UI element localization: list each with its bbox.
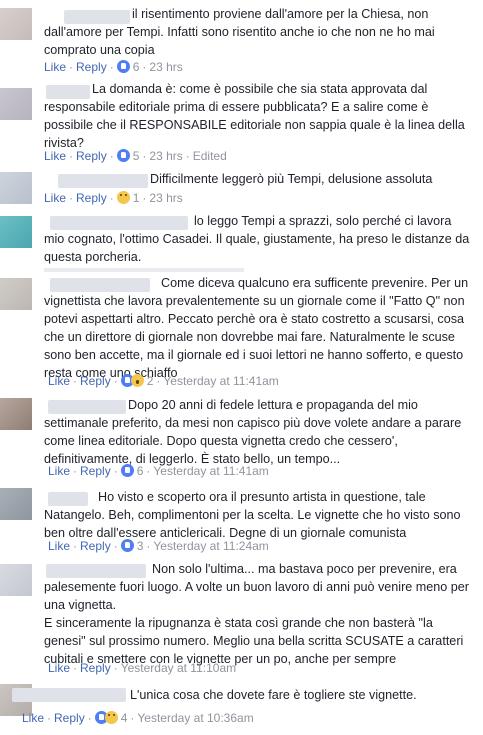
comment: Difficilmente leggerò più Tempi, delusio… [0, 168, 483, 212]
avatar[interactable] [0, 8, 32, 40]
reply-button[interactable]: Reply [80, 464, 111, 478]
comment-text: lo leggo Tempi a sprazzi, solo perché ci… [44, 214, 470, 264]
comment-text: Dopo 20 anni di fedele lettura e propaga… [44, 398, 462, 466]
comment-actions: Like · Reply · 2 · Yesterday at 11:41am [48, 374, 279, 388]
reply-button[interactable]: Reply [80, 539, 111, 553]
avatar[interactable] [0, 488, 32, 520]
timestamp[interactable]: Yesterday at 11:41am [153, 464, 268, 478]
timestamp[interactable]: Yesterday at 11:24am [153, 539, 268, 553]
comment-text: La domanda è: come è possibile che sia s… [44, 82, 465, 150]
avatar[interactable] [0, 278, 32, 310]
like-reaction-icon[interactable] [120, 539, 134, 552]
like-button[interactable]: Like [48, 539, 70, 553]
avatar[interactable] [0, 88, 32, 120]
like-button[interactable]: Like [22, 711, 44, 725]
reaction-count[interactable]: 3 [137, 539, 144, 553]
author-name-redacted[interactable] [58, 174, 148, 188]
comment-actions: Like · Reply · 1 · 23 hrs [44, 191, 183, 205]
comment-actions: Like · Reply · 5 · 23 hrs · Edited [44, 149, 227, 163]
like-button[interactable]: Like [48, 661, 70, 675]
reply-button[interactable]: Reply [80, 374, 111, 388]
comment-text: Non solo l'ultima... ma bastava poco per… [44, 562, 469, 666]
timestamp[interactable]: Yesterday at 11:41am [163, 374, 278, 388]
comment-actions: Like · Reply · Yesterday at 11:10am [48, 661, 237, 675]
comment-text: Come diceva qualcuno era sufficente prev… [44, 276, 469, 380]
avatar[interactable] [0, 172, 32, 204]
comment-text: L'unica cosa che dovete fare è togliere … [130, 688, 417, 702]
sad-reaction-icon[interactable] [116, 191, 130, 204]
reaction-count[interactable]: 1 [133, 191, 140, 205]
like-reaction-icon[interactable] [116, 60, 130, 73]
comment: L'unica cosa che dovete fare è togliere … [0, 682, 483, 735]
comment: lo leggo Tempi a sprazzi, solo perché ci… [0, 212, 483, 272]
reply-button[interactable]: Reply [54, 711, 85, 725]
like-button[interactable]: Like [44, 60, 66, 74]
timestamp[interactable]: Yesterday at 11:10am [121, 661, 236, 675]
reply-button[interactable]: Reply [76, 149, 107, 163]
author-name-redacted[interactable] [12, 688, 126, 702]
wow-reaction-icon[interactable] [130, 374, 144, 387]
reaction-count[interactable]: 2 [147, 374, 154, 388]
like-reaction-icon[interactable] [120, 464, 134, 477]
edited-label[interactable]: Edited [193, 149, 227, 163]
comment-actions: Like · Reply · 6 · 23 hrs [44, 60, 183, 74]
reply-button[interactable]: Reply [76, 60, 107, 74]
reaction-count[interactable]: 6 [137, 464, 144, 478]
avatar[interactable] [0, 216, 32, 248]
like-button[interactable]: Like [44, 149, 66, 163]
comment: Dopo 20 anni di fedele lettura e propaga… [0, 394, 483, 484]
comment: Ho visto e scoperto ora il presunto arti… [0, 484, 483, 560]
timestamp[interactable]: Yesterday at 10:36am [137, 711, 253, 725]
comment: Come diceva qualcuno era sufficente prev… [0, 272, 483, 394]
sad-reaction-icon[interactable] [104, 711, 118, 724]
comment-actions: Like · Reply · 6 · Yesterday at 11:41am [48, 464, 269, 478]
reply-button[interactable]: Reply [80, 661, 111, 675]
comment-actions: Like · Reply · 3 · Yesterday at 11:24am [48, 539, 269, 553]
reaction-count[interactable]: 4 [121, 711, 128, 725]
comment: Non solo l'ultima... ma bastava poco per… [0, 560, 483, 680]
comment: il risentimento proviene dall'amore per … [0, 0, 483, 80]
timestamp[interactable]: 23 hrs [149, 60, 182, 74]
reply-button[interactable]: Reply [76, 191, 107, 205]
reaction-count[interactable]: 6 [133, 60, 140, 74]
like-reaction-icon[interactable] [116, 149, 130, 162]
like-button[interactable]: Like [48, 374, 70, 388]
comment-text: il risentimento proviene dall'amore per … [44, 7, 435, 57]
reaction-count[interactable]: 5 [133, 149, 140, 163]
comment-text: Ho visto e scoperto ora il presunto arti… [44, 490, 461, 540]
timestamp[interactable]: 23 hrs [149, 149, 182, 163]
comment-text: Difficilmente leggerò più Tempi, delusio… [150, 172, 433, 186]
comment-actions: Like · Reply · 4 · Yesterday at 10:36am [22, 711, 254, 725]
avatar[interactable] [0, 398, 32, 430]
like-button[interactable]: Like [44, 191, 66, 205]
like-button[interactable]: Like [48, 464, 70, 478]
avatar[interactable] [0, 564, 32, 596]
timestamp[interactable]: 23 hrs [149, 191, 182, 205]
